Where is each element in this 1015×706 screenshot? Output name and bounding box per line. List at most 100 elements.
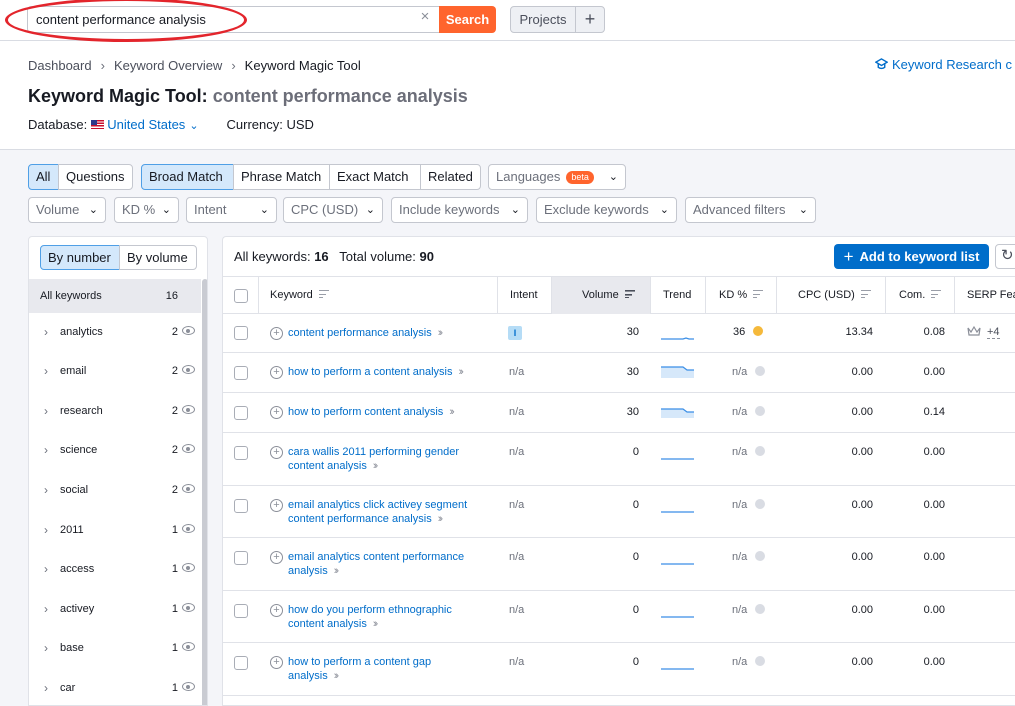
group-item[interactable]: › science 2 — [29, 431, 201, 470]
keyword-research-course-link[interactable]: Keyword Research c — [875, 57, 1012, 72]
plus-circle-icon[interactable]: + — [270, 366, 283, 379]
plus-circle-icon[interactable]: + — [270, 406, 283, 419]
languages-dropdown[interactable]: Languages beta ⌄ — [488, 164, 626, 190]
row-checkbox[interactable] — [234, 446, 248, 460]
eye-icon[interactable] — [182, 444, 195, 453]
select-all-checkbox[interactable] — [234, 289, 248, 303]
serp-more-link[interactable]: +4 — [987, 326, 1000, 339]
eye-icon[interactable] — [182, 642, 195, 651]
tab-questions[interactable]: Questions — [58, 164, 133, 190]
double-chevron-right-icon[interactable]: ›› — [334, 670, 340, 682]
by-number-toggle[interactable]: By number — [40, 245, 120, 270]
row-checkbox[interactable] — [234, 604, 248, 618]
double-chevron-right-icon[interactable]: ›› — [458, 366, 464, 378]
chevron-right-icon[interactable]: › — [44, 483, 48, 497]
tab-phrase-match[interactable]: Phrase Match — [233, 164, 330, 190]
filter-include-keywords[interactable]: Include keywords ⌄ — [391, 197, 528, 223]
search-button[interactable]: Search — [439, 6, 496, 33]
refresh-button[interactable]: ↻ — [995, 244, 1015, 269]
eye-icon[interactable] — [182, 603, 195, 612]
by-volume-toggle[interactable]: By volume — [119, 245, 197, 270]
plus-circle-icon[interactable]: + — [270, 656, 283, 669]
keyword-link[interactable]: content performance analysis ›› — [288, 327, 488, 341]
chevron-down-icon[interactable]: ⌄ — [189, 120, 198, 132]
keyword-link[interactable]: how to perform content analysis ›› — [288, 406, 488, 420]
database-select[interactable]: United States — [107, 117, 185, 132]
plus-circle-icon[interactable]: + — [270, 446, 283, 459]
plus-circle-icon[interactable]: + — [270, 551, 283, 564]
row-checkbox[interactable] — [234, 656, 248, 670]
tab-exact-match[interactable]: Exact Match — [329, 164, 421, 190]
row-checkbox[interactable] — [234, 326, 248, 340]
row-checkbox[interactable] — [234, 551, 248, 565]
breadcrumb-keyword-overview[interactable]: Keyword Overview — [114, 58, 222, 73]
eye-icon[interactable] — [182, 365, 195, 374]
keyword-link[interactable]: how to perform a content analysis ›› — [288, 366, 488, 380]
double-chevron-right-icon[interactable]: ›› — [438, 513, 444, 525]
filter-intent[interactable]: Intent ⌄ — [186, 197, 277, 223]
eye-icon[interactable] — [182, 563, 195, 572]
filter-cpc[interactable]: CPC (USD) ⌄ — [283, 197, 383, 223]
chevron-right-icon[interactable]: › — [44, 523, 48, 537]
row-checkbox[interactable] — [234, 366, 248, 380]
plus-circle-icon[interactable]: + — [270, 499, 283, 512]
keyword-link[interactable]: email analytics content performance anal… — [288, 551, 483, 578]
eye-icon[interactable] — [182, 524, 195, 533]
chevron-right-icon[interactable]: › — [44, 325, 48, 339]
filter-volume[interactable]: Volume ⌄ — [28, 197, 106, 223]
chevron-right-icon[interactable]: › — [44, 602, 48, 616]
groups-scrollbar[interactable] — [202, 279, 207, 705]
group-item[interactable]: › car 1 — [29, 669, 201, 705]
column-kd[interactable]: KD % — [719, 277, 764, 314]
filter-advanced[interactable]: Advanced filters ⌄ — [685, 197, 816, 223]
column-com[interactable]: Com. — [899, 277, 942, 314]
group-item[interactable]: › access 1 — [29, 550, 201, 589]
search-box[interactable] — [27, 6, 440, 33]
tab-all[interactable]: All — [28, 164, 59, 190]
group-item[interactable]: › research 2 — [29, 392, 201, 431]
chevron-right-icon[interactable]: › — [44, 562, 48, 576]
add-project-button[interactable]: + — [575, 6, 605, 33]
filter-kd[interactable]: KD % ⌄ — [114, 197, 179, 223]
column-cpc[interactable]: CPC (USD) — [798, 277, 871, 314]
projects-button[interactable]: Projects — [510, 6, 576, 33]
double-chevron-right-icon[interactable]: ›› — [373, 618, 379, 630]
plus-circle-icon[interactable]: + — [270, 604, 283, 617]
tab-related[interactable]: Related — [420, 164, 481, 190]
double-chevron-right-icon[interactable]: ›› — [438, 327, 444, 339]
row-checkbox[interactable] — [234, 499, 248, 513]
eye-icon[interactable] — [182, 682, 195, 691]
group-item[interactable]: › email 2 — [29, 352, 201, 391]
filter-exclude-keywords[interactable]: Exclude keywords ⌄ — [536, 197, 677, 223]
double-chevron-right-icon[interactable]: ›› — [373, 460, 379, 472]
eye-icon[interactable] — [182, 484, 195, 493]
chevron-right-icon[interactable]: › — [44, 641, 48, 655]
close-icon[interactable]: × — [418, 9, 432, 24]
search-input[interactable] — [36, 12, 406, 27]
group-item[interactable]: › activey 1 — [29, 590, 201, 629]
column-keyword[interactable]: Keyword — [270, 277, 329, 314]
keyword-link[interactable]: cara wallis 2011 performing gender conte… — [288, 446, 478, 473]
double-chevron-right-icon[interactable]: ›› — [449, 406, 455, 418]
group-item[interactable]: › base 1 — [29, 629, 201, 668]
all-keywords-group[interactable]: All keywords 16 — [29, 279, 201, 313]
group-item[interactable]: › 2011 1 — [29, 511, 201, 550]
chevron-right-icon[interactable]: › — [44, 404, 48, 418]
keyword-link[interactable]: how to perform a content gap analysis ›› — [288, 656, 463, 683]
keyword-link[interactable]: how do you perform ethnographic content … — [288, 604, 473, 631]
plus-circle-icon[interactable]: + — [270, 327, 283, 340]
tab-broad-match[interactable]: Broad Match — [141, 164, 234, 190]
chevron-right-icon[interactable]: › — [44, 681, 48, 695]
column-volume[interactable]: Volume — [552, 277, 650, 314]
double-chevron-right-icon[interactable]: ›› — [334, 565, 340, 577]
eye-icon[interactable] — [182, 326, 195, 335]
chevron-right-icon[interactable]: › — [44, 443, 48, 457]
row-checkbox[interactable] — [234, 406, 248, 420]
eye-icon[interactable] — [182, 405, 195, 414]
breadcrumb-dashboard[interactable]: Dashboard — [28, 58, 92, 73]
group-item[interactable]: › analytics 2 — [29, 313, 201, 352]
group-item[interactable]: › social 2 — [29, 471, 201, 510]
keyword-link[interactable]: email analytics click activey segment co… — [288, 499, 488, 526]
add-to-keyword-list-button[interactable]: + Add to keyword list — [834, 244, 989, 269]
chevron-right-icon[interactable]: › — [44, 364, 48, 378]
